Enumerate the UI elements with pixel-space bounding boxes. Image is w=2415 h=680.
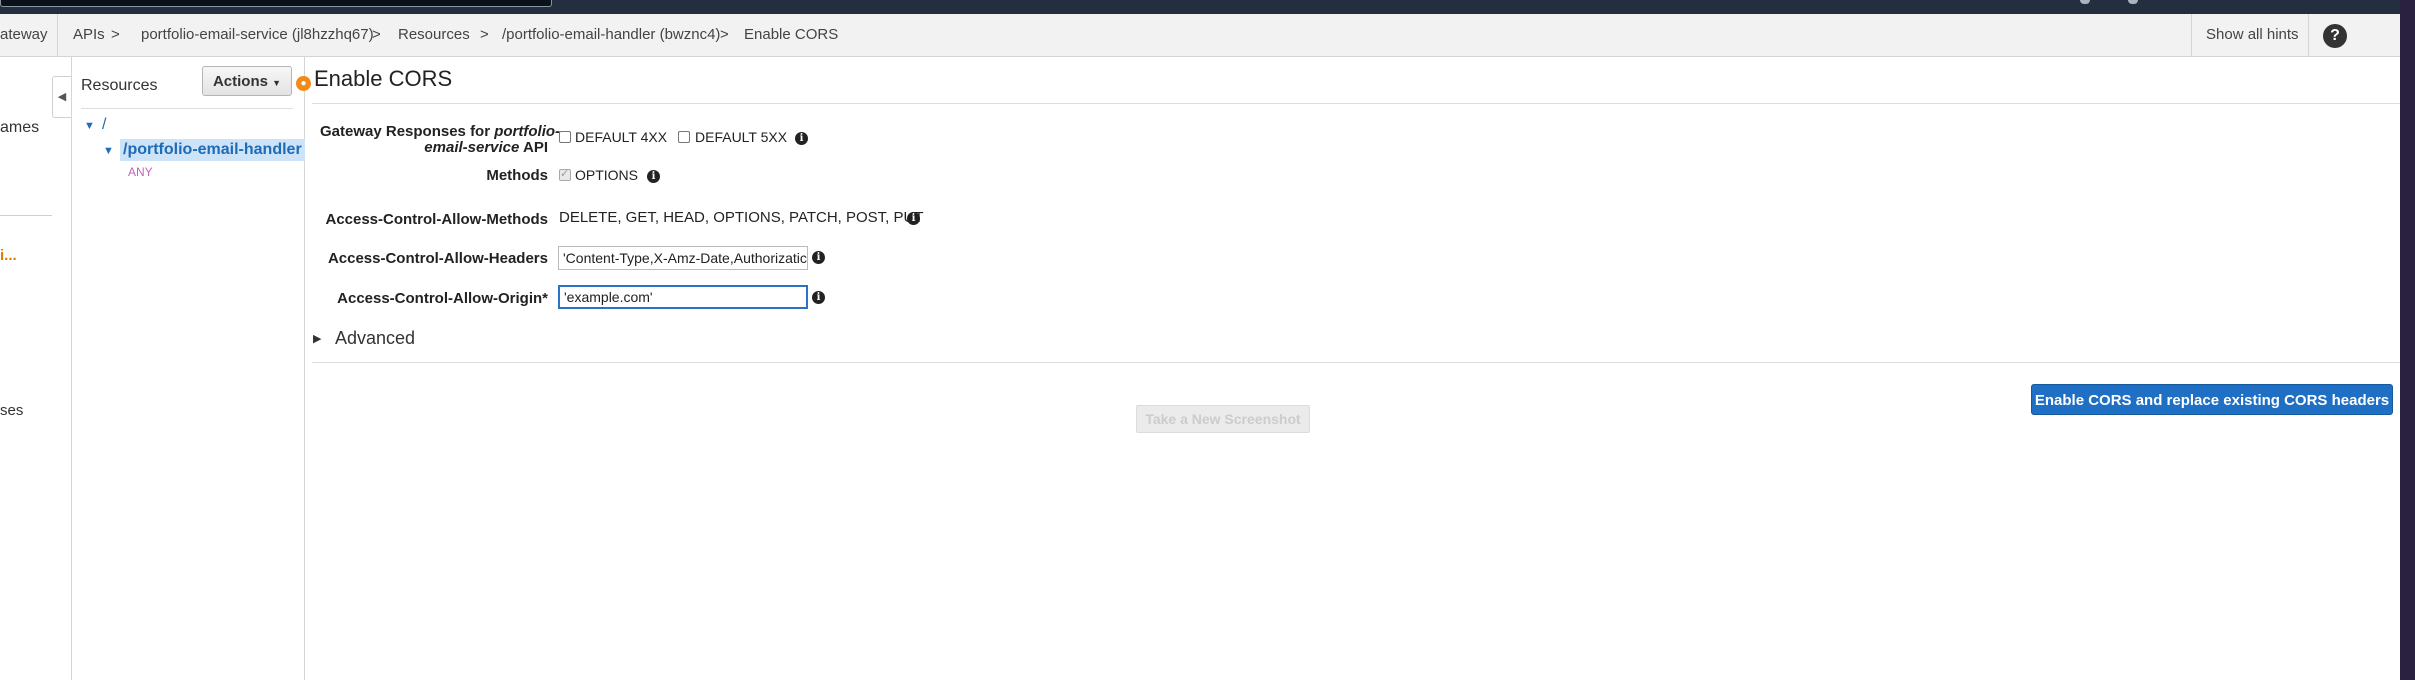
nav-item-custom-domain-names[interactable]: ames — [0, 119, 39, 137]
tree-item-method-any[interactable]: ANY — [128, 165, 153, 179]
caret-down-icon: ▼ — [272, 78, 282, 88]
breadcrumb-resource[interactable]: /portfolio-email-handler (bwznc4) — [502, 26, 720, 43]
resize-handle-icon[interactable]: ● — [296, 76, 311, 91]
gateway-label-api: portfolio- — [494, 123, 561, 140]
info-icon[interactable]: i — [812, 251, 825, 264]
nav-item-selected-api[interactable]: i... — [0, 247, 17, 264]
notification-icon[interactable] — [2080, 0, 2090, 4]
default-5xx-checkbox[interactable] — [678, 131, 690, 143]
tree-expand-icon[interactable]: ▼ — [103, 145, 114, 157]
methods-label: Methods — [486, 167, 548, 184]
info-icon[interactable]: i — [795, 132, 808, 145]
allow-methods-value: DELETE, GET, HEAD, OPTIONS, PATCH, POST,… — [559, 209, 924, 226]
collapse-nav-toggle[interactable]: ◀ — [52, 76, 71, 118]
default-4xx-checkbox[interactable] — [559, 131, 571, 143]
gateway-label-prefix: Gateway Responses for — [320, 123, 495, 140]
info-icon[interactable]: i — [907, 212, 920, 225]
breadcrumb-api-gateway[interactable]: ateway — [0, 26, 48, 43]
resources-title: Resources — [81, 77, 158, 94]
resources-divider — [81, 108, 293, 109]
info-icon[interactable]: i — [647, 170, 660, 183]
actions-dropdown-button[interactable]: Actions ▼ — [202, 66, 292, 96]
gateway-label-api-2: email-service — [424, 139, 520, 156]
window-edge — [2400, 0, 2415, 680]
info-icon[interactable]: i — [812, 291, 825, 304]
tree-expand-icon[interactable]: ▼ — [84, 120, 95, 132]
enable-cors-button[interactable]: Enable CORS and replace existing CORS he… — [2031, 384, 2393, 415]
breadcrumb-separator: > — [480, 26, 489, 43]
gateway-label-suffix: API — [519, 139, 548, 156]
breadcrumb-apis[interactable]: APIs — [73, 26, 105, 43]
top-navigation-bar — [0, 0, 2415, 14]
breadcrumb-divider — [57, 14, 58, 56]
nav-divider — [0, 215, 52, 216]
options-method-checkbox — [559, 167, 571, 181]
advanced-divider — [312, 362, 2400, 363]
allow-methods-label: Access-Control-Allow-Methods — [325, 211, 548, 228]
left-navigation — [0, 57, 72, 680]
breadcrumb-api-name[interactable]: portfolio-email-service (jl8hzzhq67) — [141, 26, 374, 43]
help-menu-icon[interactable] — [2128, 0, 2138, 4]
allow-origin-label: Access-Control-Allow-Origin* — [337, 290, 548, 307]
breadcrumb-divider — [2308, 14, 2309, 56]
page-title: Enable CORS — [314, 66, 453, 91]
breadcrumb-resources[interactable]: Resources — [398, 26, 470, 43]
breadcrumb-separator: > — [372, 26, 381, 43]
search-bar[interactable] — [0, 0, 552, 7]
default-4xx-label: DEFAULT 4XX — [575, 129, 668, 145]
actions-label: Actions — [212, 73, 268, 90]
take-screenshot-button[interactable]: Take a New Screenshot — [1136, 405, 1310, 433]
breadcrumb-current: Enable CORS — [744, 26, 839, 43]
title-divider — [312, 103, 2400, 104]
advanced-toggle[interactable]: Advanced — [335, 328, 415, 349]
allow-origin-input[interactable]: 'example.com' — [558, 285, 808, 309]
breadcrumb-separator: > — [720, 26, 729, 43]
allow-headers-label: Access-Control-Allow-Headers — [327, 250, 548, 267]
breadcrumb-separator: > — [111, 26, 120, 43]
show-all-hints-link[interactable]: Show all hints — [2206, 26, 2299, 43]
default-5xx-label: DEFAULT 5XX — [695, 129, 788, 145]
help-icon[interactable]: ? — [2323, 24, 2347, 48]
allow-headers-input[interactable]: 'Content-Type,X-Amz-Date,Authorizatic — [558, 246, 808, 270]
tree-item-portfolio-email-handler[interactable]: /portfolio-email-handler — [120, 139, 305, 161]
breadcrumb-divider — [2191, 14, 2192, 56]
advanced-expand-icon[interactable]: ▶ — [313, 332, 321, 345]
chevron-left-icon: ◀ — [57, 91, 67, 103]
options-method-label: OPTIONS — [575, 167, 639, 183]
nav-item-resources[interactable]: ses — [0, 402, 23, 419]
gateway-responses-label: Gateway Responses for portfolio- email-s… — [320, 123, 560, 156]
tree-item-root[interactable]: / — [102, 116, 106, 134]
